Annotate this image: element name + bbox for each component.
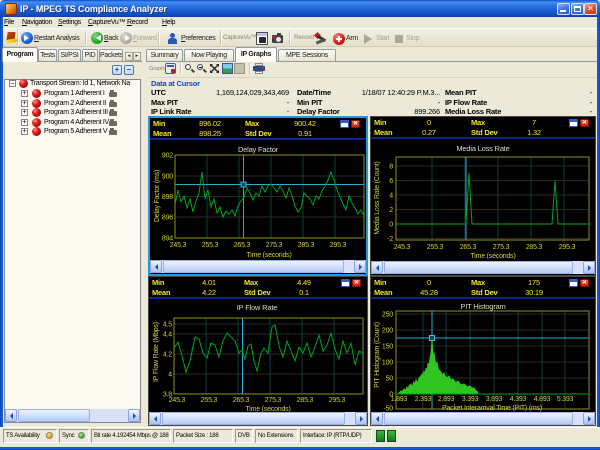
svg-text:4: 4 bbox=[389, 193, 393, 200]
svg-text:265.3: 265.3 bbox=[460, 244, 477, 251]
svg-text:IP Flow Rate (Mbps): IP Flow Rate (Mbps) bbox=[153, 322, 160, 382]
svg-text:4.2: 4.2 bbox=[163, 352, 172, 359]
svg-text:245.3: 245.3 bbox=[394, 244, 411, 251]
svg-text:5.393: 5.393 bbox=[557, 396, 574, 403]
svg-text:4.893: 4.893 bbox=[534, 396, 551, 403]
svg-text:275.3: 275.3 bbox=[266, 242, 283, 249]
svg-text:275.3: 275.3 bbox=[265, 397, 282, 404]
svg-text:1.893: 1.893 bbox=[391, 396, 408, 403]
svg-text:Time (seconds): Time (seconds) bbox=[246, 252, 291, 259]
svg-text:295.3: 295.3 bbox=[559, 244, 576, 251]
svg-text:Packet Interarrival Time (PIT): Packet Interarrival Time (PIT) (ms) bbox=[442, 405, 542, 412]
svg-text:4: 4 bbox=[168, 372, 172, 379]
svg-text:PIT Histogram: PIT Histogram bbox=[460, 302, 505, 311]
svg-text:285.3: 285.3 bbox=[297, 397, 314, 404]
svg-text:255.3: 255.3 bbox=[202, 242, 219, 249]
svg-text:3.893: 3.893 bbox=[486, 396, 503, 403]
svg-text:265.3: 265.3 bbox=[233, 397, 250, 404]
svg-text:245.3: 245.3 bbox=[170, 242, 187, 249]
svg-text:250: 250 bbox=[382, 312, 393, 319]
svg-text:285.3: 285.3 bbox=[526, 244, 543, 251]
svg-text:200: 200 bbox=[382, 328, 393, 335]
svg-text:4.393: 4.393 bbox=[510, 396, 527, 403]
svg-text:6: 6 bbox=[389, 178, 393, 185]
svg-text:898: 898 bbox=[162, 194, 173, 201]
svg-text:-2: -2 bbox=[387, 236, 393, 243]
svg-text:50: 50 bbox=[386, 376, 394, 383]
svg-text:0: 0 bbox=[389, 222, 393, 229]
svg-text:Media Loss Rate (Count): Media Loss Rate (Count) bbox=[374, 161, 381, 234]
svg-text:PIT Histogram (Count): PIT Histogram (Count) bbox=[374, 322, 381, 388]
svg-text:275.3: 275.3 bbox=[493, 244, 510, 251]
svg-text:2.393: 2.393 bbox=[415, 396, 432, 403]
svg-text:265.3: 265.3 bbox=[234, 242, 251, 249]
svg-text:295.3: 295.3 bbox=[329, 397, 346, 404]
svg-text:Media Loss Rate: Media Loss Rate bbox=[456, 144, 509, 153]
svg-text:295.3: 295.3 bbox=[330, 242, 347, 249]
svg-text:896: 896 bbox=[162, 215, 173, 222]
svg-text:255.3: 255.3 bbox=[427, 244, 444, 251]
svg-text:100: 100 bbox=[382, 360, 393, 367]
svg-text:Time (seconds): Time (seconds) bbox=[470, 253, 515, 259]
svg-text:255.3: 255.3 bbox=[201, 397, 218, 404]
svg-text:245.3: 245.3 bbox=[169, 397, 186, 404]
svg-text:IP Flow Rate: IP Flow Rate bbox=[237, 303, 277, 312]
svg-text:2: 2 bbox=[389, 207, 393, 214]
svg-text:8: 8 bbox=[389, 164, 393, 171]
svg-text:Delay Factor: Delay Factor bbox=[238, 145, 279, 154]
svg-text:2.893: 2.893 bbox=[438, 396, 455, 403]
svg-text:Delay Factor (ms): Delay Factor (ms) bbox=[154, 170, 161, 222]
svg-text:900: 900 bbox=[162, 174, 173, 181]
svg-text:4.4: 4.4 bbox=[163, 332, 172, 339]
svg-text:285.3: 285.3 bbox=[298, 242, 315, 249]
svg-text:4.5: 4.5 bbox=[163, 322, 172, 329]
svg-text:902: 902 bbox=[162, 153, 173, 160]
svg-text:3.393: 3.393 bbox=[462, 396, 479, 403]
svg-text:150: 150 bbox=[382, 344, 393, 351]
